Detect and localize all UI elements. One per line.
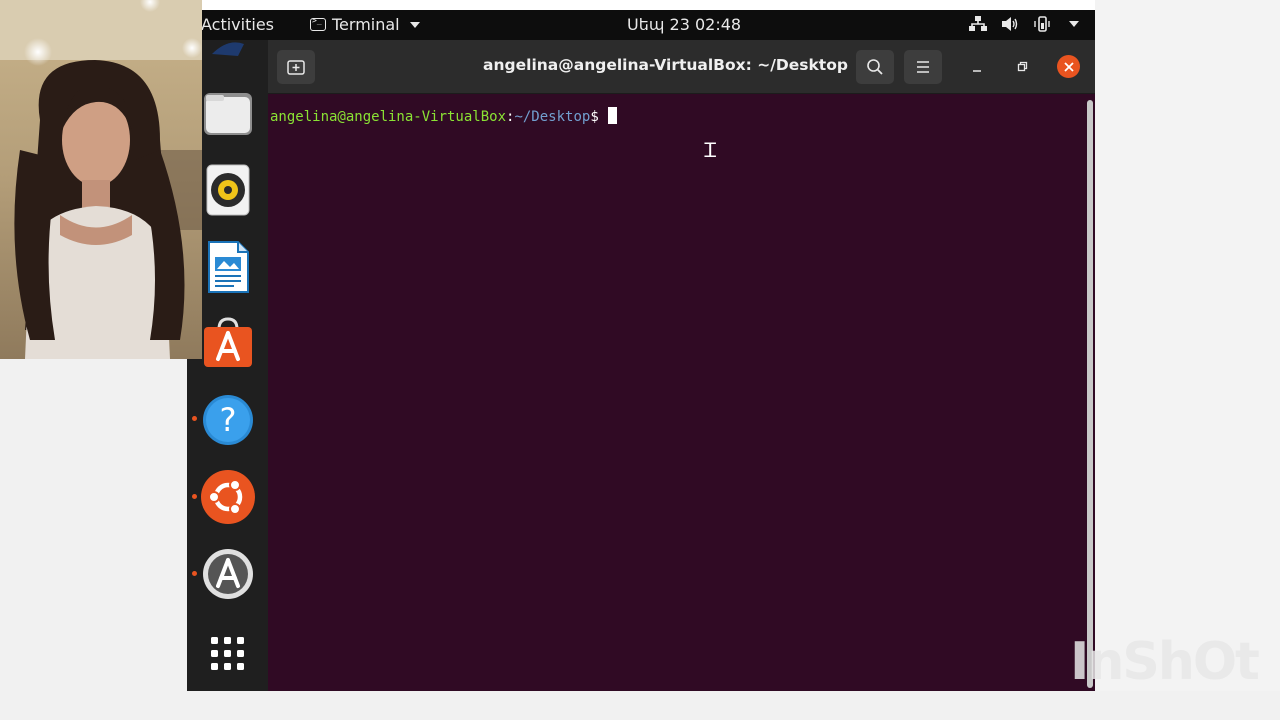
prompt-symbol: $ xyxy=(590,109,599,125)
terminal-icon xyxy=(310,16,326,31)
network-icon xyxy=(969,16,987,31)
hamburger-icon xyxy=(917,61,929,73)
updater-icon xyxy=(203,549,253,599)
files-icon xyxy=(204,93,252,135)
volume-icon xyxy=(1002,17,1018,31)
window-title: angelina@angelina-VirtualBox: ~/Desktop xyxy=(483,56,848,74)
ubuntu-icon xyxy=(201,470,255,524)
running-indicator xyxy=(192,571,197,576)
app-menu-label: Terminal xyxy=(332,15,400,34)
minimize-icon xyxy=(973,70,981,72)
prompt-path: ~/Desktop xyxy=(514,109,591,125)
dock-item-partial[interactable] xyxy=(201,32,255,62)
close-button[interactable] xyxy=(1057,55,1080,78)
terminal-headerbar[interactable]: angelina@angelina-VirtualBox: ~/Desktop xyxy=(268,40,1095,94)
rhythmbox-icon xyxy=(206,164,250,216)
system-tray[interactable] xyxy=(969,16,1079,32)
search-button[interactable] xyxy=(856,50,894,84)
prompt-user: angelina@angelina-VirtualBox xyxy=(270,109,507,125)
webcam-overlay xyxy=(0,0,202,359)
ubuntu-desktop: Activities Terminal Սեպ 23 02:48 xyxy=(187,10,1095,691)
outer-background-bottom xyxy=(0,691,1280,720)
running-indicator xyxy=(192,416,197,421)
webcam-person-image xyxy=(0,0,202,359)
top-bar: Activities Terminal Սեպ 23 02:48 xyxy=(187,10,1095,40)
app-menu[interactable]: Terminal xyxy=(310,15,420,34)
software-icon xyxy=(204,317,252,367)
search-icon xyxy=(867,59,883,75)
restore-icon xyxy=(1017,61,1028,72)
dock-item-show-applications[interactable] xyxy=(201,627,255,681)
dock-item-writer[interactable] xyxy=(201,240,255,294)
battery-icon xyxy=(1034,16,1050,32)
running-indicator xyxy=(192,494,197,499)
dock-item-files[interactable] xyxy=(201,86,255,140)
dock-item-updater[interactable] xyxy=(201,547,255,601)
dock-item-ubuntu[interactable] xyxy=(201,470,255,524)
mouse-ibeam-cursor-icon: Ꮖ xyxy=(704,138,718,162)
terminal-window: angelina@angelina-VirtualBox: ~/Desktop xyxy=(268,40,1095,691)
close-icon xyxy=(1063,61,1074,72)
text-cursor xyxy=(607,107,617,124)
help-icon: ? xyxy=(203,395,253,445)
app-grid-icon xyxy=(211,637,244,670)
minimize-button[interactable] xyxy=(966,56,988,78)
dock-item-software[interactable] xyxy=(201,316,255,370)
scrollbar-thumb[interactable] xyxy=(1087,100,1093,688)
terminal-scrollbar[interactable] xyxy=(1085,94,1095,691)
hamburger-menu-button[interactable] xyxy=(904,50,942,84)
chevron-down-icon xyxy=(409,21,420,28)
clock[interactable]: Սեպ 23 02:48 xyxy=(627,15,741,34)
partial-app-icon xyxy=(212,42,244,56)
outer-background-right xyxy=(1095,0,1280,720)
dock-item-rhythmbox[interactable] xyxy=(201,163,255,217)
writer-icon xyxy=(208,241,249,293)
shell-prompt: angelina@angelina-VirtualBox:~/Desktop$ xyxy=(270,107,617,125)
svg-text:?: ? xyxy=(220,401,237,439)
dock-item-help[interactable]: ? xyxy=(201,393,255,447)
tray-chevron-down-icon xyxy=(1069,21,1079,27)
inshot-watermark: InShOt xyxy=(1070,632,1260,692)
maximize-button[interactable] xyxy=(1011,56,1033,78)
new-tab-button[interactable] xyxy=(277,50,315,84)
new-tab-icon xyxy=(287,60,305,75)
terminal-output-area[interactable]: angelina@angelina-VirtualBox:~/Desktop$ … xyxy=(268,94,1085,691)
